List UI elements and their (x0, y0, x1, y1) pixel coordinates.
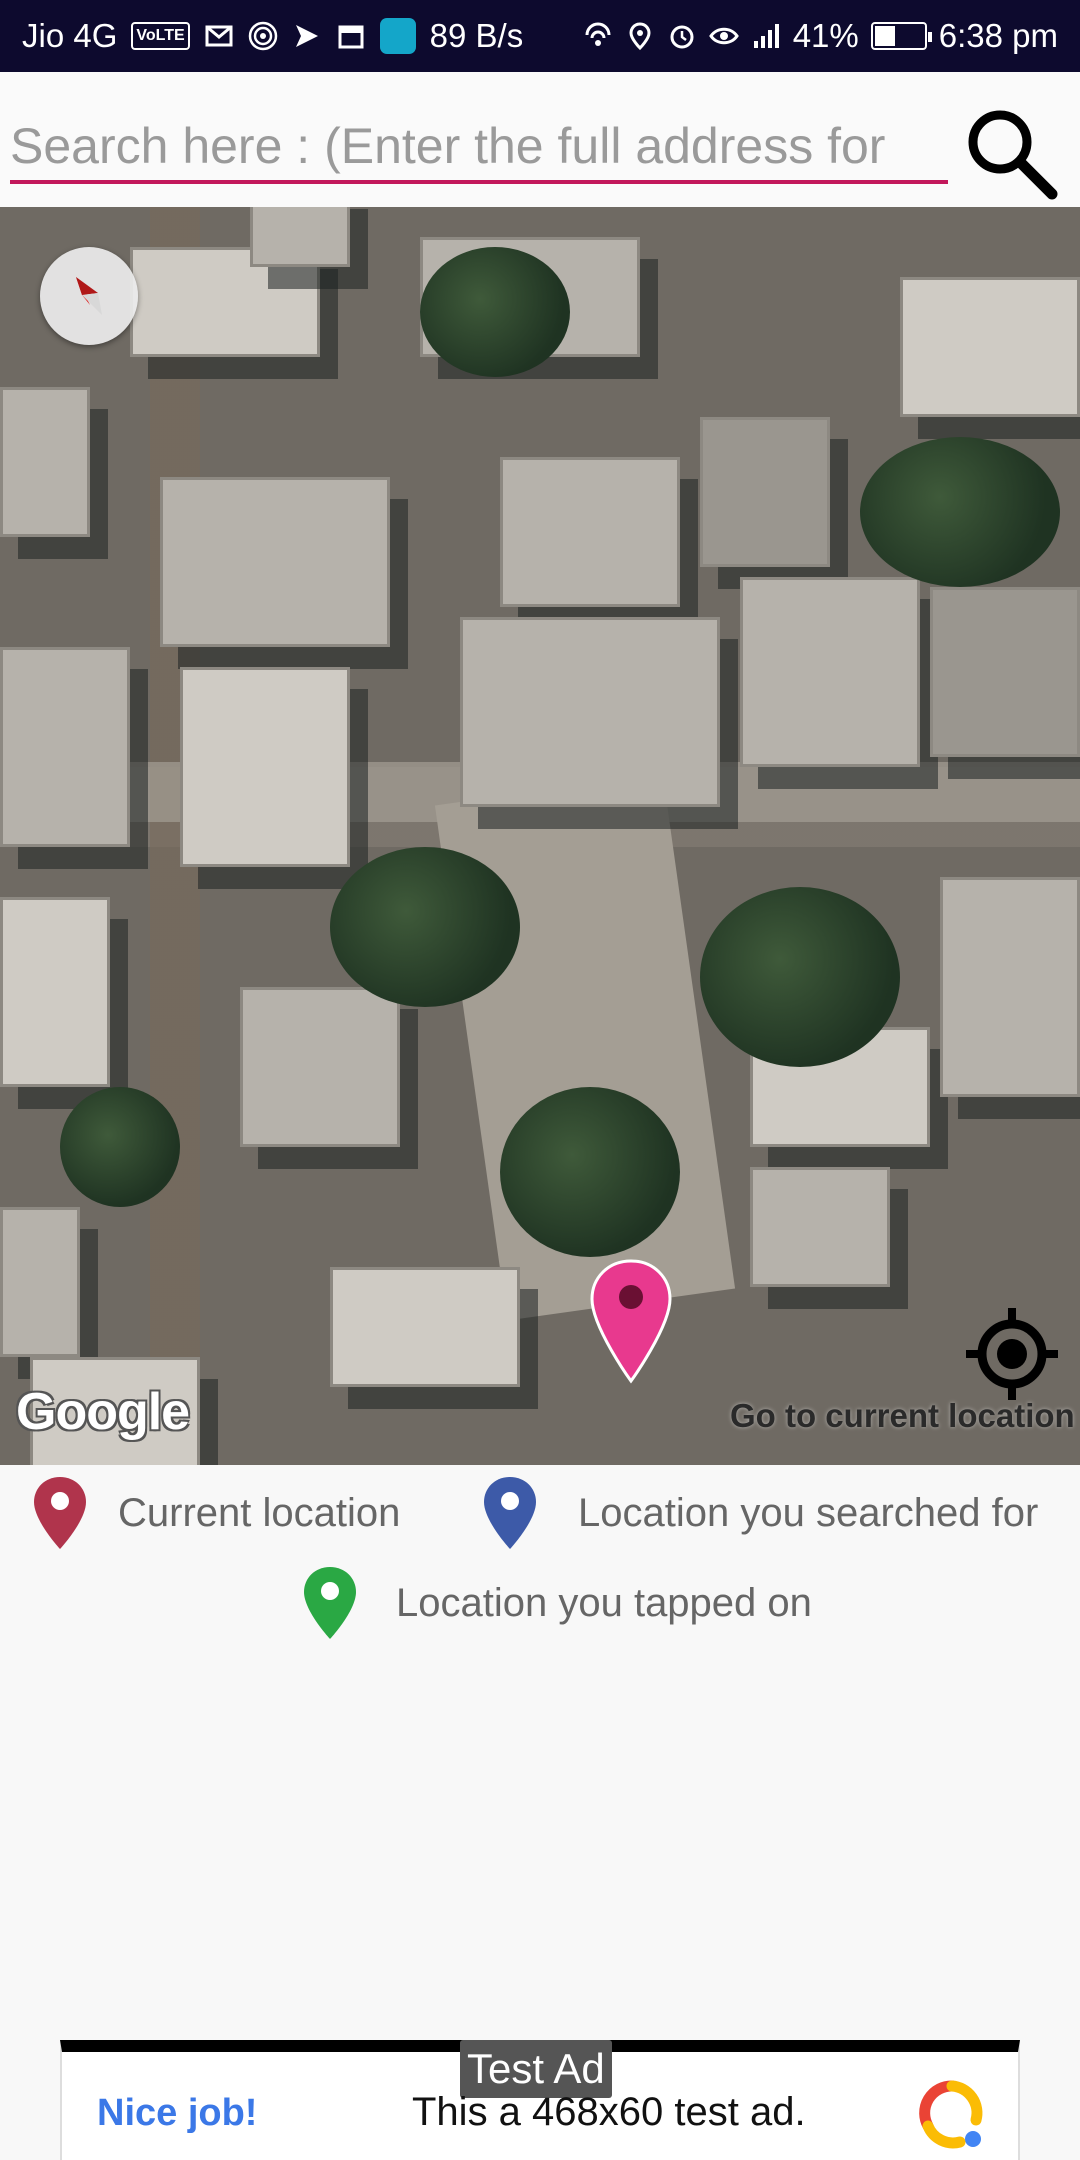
hotspot-icon (248, 21, 277, 51)
google-logo: Google (16, 1383, 190, 1441)
tree (860, 437, 1060, 587)
legend-tapped-location: Location you tapped on (302, 1565, 812, 1641)
status-bar: Jio 4G VoLTE 89 B/s 41% 6:38 pm (0, 0, 1080, 72)
building (750, 1167, 890, 1287)
building (700, 417, 830, 567)
map-view[interactable]: Google Go to current location (0, 207, 1080, 1465)
search-icon[interactable] (960, 102, 1060, 202)
mail-icon (205, 25, 233, 47)
eye-icon (708, 27, 739, 45)
calendar-icon (338, 25, 364, 49)
building (160, 477, 390, 647)
volte-badge: VoLTE (131, 22, 190, 50)
ad-body-text[interactable]: This a 468x60 test ad. (412, 2090, 806, 2135)
signal-icon (753, 24, 779, 48)
network-speed: 89 B/s (429, 17, 524, 54)
ad-choices-logo-icon[interactable] (918, 2080, 986, 2150)
current-location-button-icon[interactable] (962, 1304, 1062, 1404)
legend-current-location: Current location (32, 1475, 400, 1551)
tree (500, 1087, 680, 1257)
current-location-pin-icon (34, 1477, 86, 1549)
building (500, 457, 680, 607)
selected-location-pin-icon[interactable] (590, 1259, 672, 1384)
battery-percent: 41% (792, 17, 859, 54)
ad-headline[interactable]: Nice job! (97, 2092, 257, 2135)
alarm-icon (670, 25, 694, 49)
honor-app-icon (379, 18, 416, 54)
carrier-label: Jio 4G (22, 17, 118, 54)
compass-icon (76, 277, 102, 315)
building (0, 1207, 80, 1357)
legend-current-label: Current location (118, 1490, 401, 1535)
building (330, 1267, 520, 1387)
building (0, 897, 110, 1087)
send-icon (295, 25, 318, 47)
building (240, 987, 400, 1147)
tree (330, 847, 520, 1007)
wifi-calling-icon (585, 22, 611, 46)
building (0, 387, 90, 537)
tree (420, 247, 570, 377)
tapped-location-pin-icon (304, 1567, 356, 1639)
map-legend: Current location Location you searched f… (0, 1465, 1080, 1685)
go-to-current-location-label[interactable]: Go to current location (730, 1397, 1075, 1435)
building (460, 617, 720, 807)
building (940, 877, 1080, 1097)
clock: 6:38 pm (938, 17, 1058, 54)
tree (700, 887, 900, 1067)
building (250, 207, 350, 267)
legend-searched-label: Location you searched for (578, 1490, 1039, 1535)
compass-button[interactable] (40, 247, 138, 345)
legend-searched-location: Location you searched for (482, 1475, 1038, 1551)
location-icon (629, 22, 651, 51)
building (180, 667, 350, 867)
legend-tapped-label: Location you tapped on (396, 1580, 812, 1625)
building (900, 277, 1080, 417)
building (740, 577, 920, 767)
building (0, 647, 130, 847)
tree (60, 1087, 180, 1207)
search-header (0, 72, 1080, 207)
searched-location-pin-icon (484, 1477, 536, 1549)
search-input[interactable] (10, 112, 948, 184)
battery-icon (870, 22, 932, 50)
building (930, 587, 1080, 757)
